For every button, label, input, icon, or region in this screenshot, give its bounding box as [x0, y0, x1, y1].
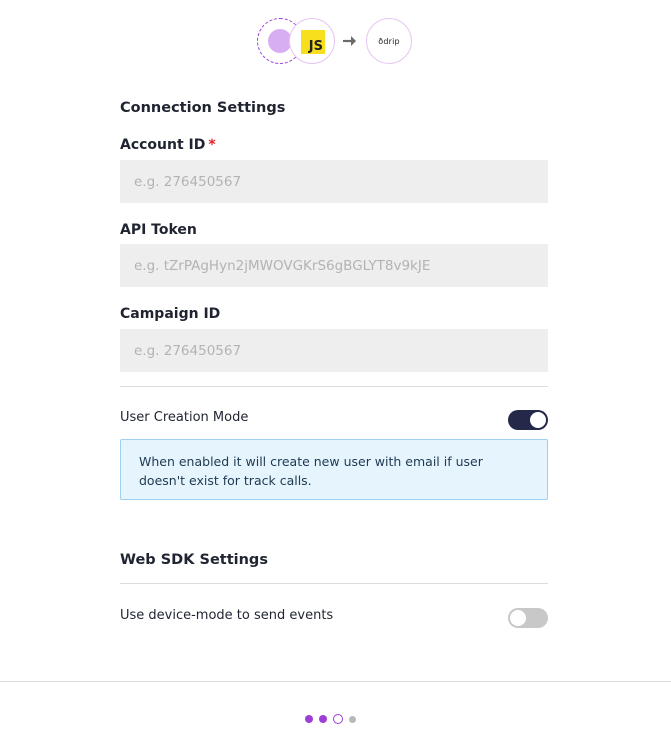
step-dot-4[interactable] — [349, 715, 356, 723]
step-indicator — [305, 714, 356, 724]
step-dot-3[interactable] — [333, 714, 343, 724]
required-mark: * — [208, 137, 216, 153]
javascript-logo: JS — [289, 18, 335, 64]
account-id-label: Account ID * — [120, 137, 216, 153]
footer-divider — [0, 681, 671, 682]
campaign-id-input[interactable] — [120, 329, 548, 372]
api-token-input[interactable] — [120, 244, 548, 287]
arrow-right-icon — [343, 36, 356, 46]
campaign-id-label: Campaign ID — [120, 306, 221, 322]
step-dot-2[interactable] — [319, 715, 327, 723]
drip-logo-text: ðdrip — [378, 36, 400, 46]
user-creation-mode-toggle[interactable] — [508, 410, 548, 430]
user-creation-info-box: When enabled it will create new user wit… — [120, 439, 548, 500]
device-mode-label: Use device-mode to send events — [120, 608, 334, 623]
account-id-label-text: Account ID — [120, 137, 206, 153]
account-id-input[interactable] — [120, 160, 548, 203]
toggle-knob — [530, 412, 546, 428]
connection-settings-title: Connection Settings — [120, 100, 286, 116]
drip-logo: ðdrip — [366, 18, 412, 64]
user-creation-mode-label: User Creation Mode — [120, 410, 249, 425]
javascript-icon: JS — [301, 30, 325, 54]
api-token-label: API Token — [120, 222, 197, 238]
web-sdk-settings-title: Web SDK Settings — [120, 552, 268, 568]
toggle-knob — [510, 610, 526, 626]
step-dot-1[interactable] — [305, 715, 313, 723]
device-mode-toggle[interactable] — [508, 608, 548, 628]
divider — [120, 583, 548, 584]
divider — [120, 386, 548, 387]
integration-logos: JS ðdrip — [257, 18, 417, 64]
